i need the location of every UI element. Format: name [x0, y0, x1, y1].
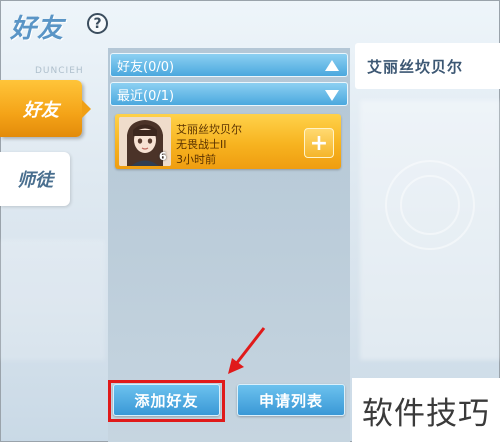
page-title: 好友 — [10, 14, 65, 44]
add-friend-plus-button[interactable]: + — [304, 128, 334, 158]
highlight-box — [108, 380, 225, 422]
help-icon[interactable]: ? — [87, 13, 108, 34]
friend-name: 艾丽丝坎贝尔 — [176, 123, 242, 136]
friend-card[interactable]: 6 艾丽丝坎贝尔 无畏战士II 3小时前 + — [115, 114, 341, 169]
annotation-arrow-icon — [228, 327, 266, 374]
background-ring — [400, 175, 460, 235]
friend-rank-title: 无畏战士II — [176, 138, 227, 151]
background-haze — [0, 240, 105, 360]
friend-level: 6 — [159, 150, 167, 163]
section-label-friends: 好友(0/0) — [117, 59, 175, 75]
triangle-down-icon — [325, 90, 339, 101]
section-header-recent[interactable]: 最近(0/1) — [110, 82, 348, 106]
section-label-recent: 最近(0/1) — [117, 88, 175, 104]
tab-friends[interactable]: 好友 — [0, 80, 91, 137]
section-header-friends[interactable]: 好友(0/0) — [110, 53, 348, 77]
selected-player-name: 艾丽丝坎贝尔 — [355, 43, 500, 89]
friend-last-seen: 3小时前 — [176, 153, 216, 166]
tab-mentor[interactable]: 师徒 — [0, 152, 70, 206]
triangle-up-icon — [325, 60, 339, 71]
watermark: 软件技巧 — [352, 378, 500, 442]
background-faded-label: DUNCIEH — [35, 66, 84, 76]
request-list-button[interactable]: 申请列表 — [237, 384, 345, 416]
